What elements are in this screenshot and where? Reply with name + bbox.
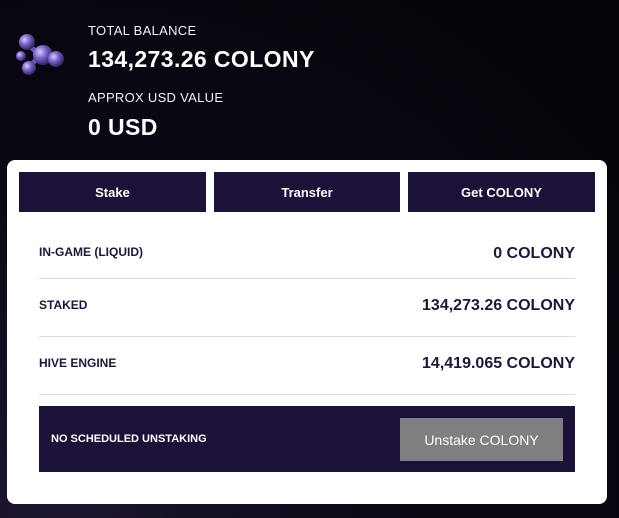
transfer-button[interactable]: Transfer — [214, 172, 400, 212]
usd-value: 0 USD — [88, 114, 158, 140]
wallet-panel: Stake Transfer Get COLONY IN-GAME (LIQUI… — [7, 160, 607, 504]
colony-logo-icon — [10, 28, 70, 80]
unstake-button[interactable]: Unstake COLONY — [400, 418, 563, 461]
balance-row-hive-engine: HIVE ENGINE 14,419.065 COLONY — [39, 336, 575, 395]
usd-value-label: APPROX USD VALUE — [88, 90, 224, 105]
hive-engine-value: 14,419.065 COLONY — [422, 355, 575, 372]
in-game-value: 0 COLONY — [493, 245, 575, 262]
balance-row-in-game: IN-GAME (LIQUID) 0 COLONY — [39, 220, 575, 279]
total-balance-label: TOTAL BALANCE — [88, 23, 197, 38]
staked-value: 134,273.26 COLONY — [422, 297, 575, 314]
unstaking-status: NO SCHEDULED UNSTAKING — [51, 433, 207, 445]
staked-label: STAKED — [39, 298, 88, 312]
get-colony-button[interactable]: Get COLONY — [408, 172, 595, 212]
hive-engine-label: HIVE ENGINE — [39, 356, 117, 370]
unstake-bar: NO SCHEDULED UNSTAKING Unstake COLONY — [39, 406, 575, 472]
stake-button[interactable]: Stake — [19, 172, 206, 212]
in-game-label: IN-GAME (LIQUID) — [39, 245, 143, 259]
total-balance-value: 134,273.26 COLONY — [88, 46, 315, 72]
balance-row-staked: STAKED 134,273.26 COLONY — [39, 278, 575, 337]
